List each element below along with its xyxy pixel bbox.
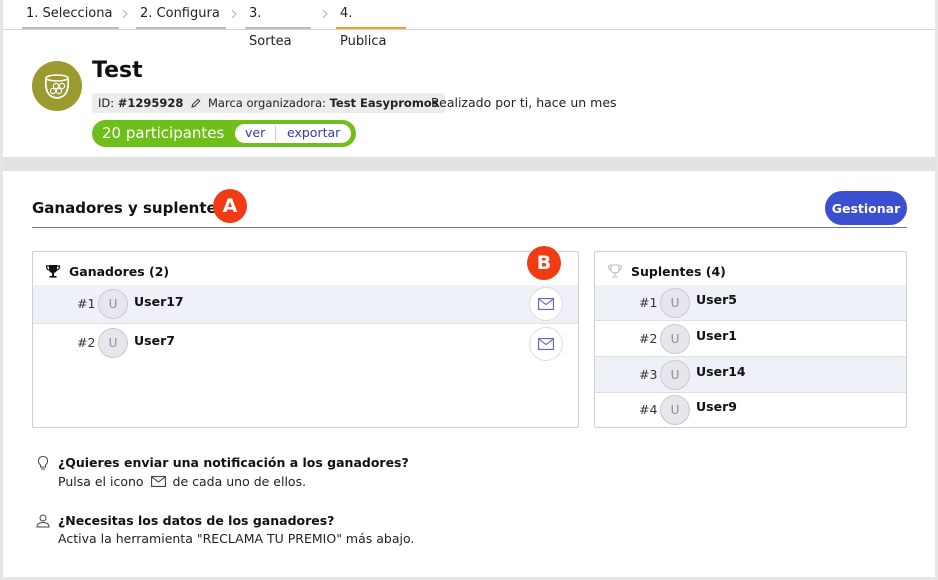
mail-icon	[150, 476, 166, 487]
user-avatar: U	[660, 360, 690, 390]
mail-icon	[538, 338, 554, 350]
substitute-name: User14	[696, 364, 746, 379]
mail-icon	[538, 298, 554, 310]
user-avatar: U	[660, 395, 690, 425]
chevron-right-icon	[322, 9, 328, 19]
chevron-right-icon	[231, 9, 237, 19]
winner-rank: #2	[77, 335, 96, 350]
substitute-row: #3 U User14	[595, 357, 906, 393]
section-title: Ganadores y suplentes	[32, 199, 226, 217]
draw-id-value: #1295928	[117, 96, 184, 110]
participants-pill: 20 participantes ver exportar	[92, 120, 356, 147]
notify-hint-after: de cada uno de ellos.	[172, 474, 307, 489]
data-hint-question: ¿Necesitas los datos de los ganadores?	[58, 513, 335, 528]
draw-id-label: ID:	[98, 96, 115, 110]
draw-header: Test ID: #1295928 Marca organizadora: Te…	[3, 30, 935, 157]
notify-hint-question: ¿Quieres enviar una notificación a los g…	[58, 455, 409, 470]
draw-results-panel: 1. Selecciona 2. Configura 3. Sortea 4. …	[3, 0, 935, 577]
view-participants-link[interactable]: ver	[245, 125, 265, 140]
winner-name: User7	[134, 333, 175, 348]
substitutes-title: Suplentes (4)	[631, 264, 726, 279]
winner-rank: #1	[77, 296, 96, 311]
draw-avatar	[32, 61, 82, 111]
step-select[interactable]: 1. Selecciona	[22, 0, 119, 29]
step-draw[interactable]: 3. Sortea	[245, 0, 311, 49]
winner-row: #1 U User17	[33, 285, 578, 324]
brand-value: Test Easypromos	[329, 96, 439, 110]
substitute-row: #1 U User5	[595, 285, 906, 321]
manage-button[interactable]: Gestionar	[825, 191, 907, 225]
stepper: 1. Selecciona 2. Configura 3. Sortea 4. …	[3, 0, 935, 49]
user-avatar: U	[660, 324, 690, 354]
substitute-rank: #3	[639, 367, 658, 382]
notify-hint-answer: Pulsa el icono de cada uno de ellos.	[58, 474, 306, 489]
brand-label: Marca organizadora:	[208, 96, 326, 110]
lottery-bowl-icon	[44, 74, 70, 99]
chevron-right-icon	[122, 9, 128, 19]
winner-name: User17	[134, 294, 184, 309]
substitute-name: User9	[696, 399, 737, 414]
pencil-icon	[191, 98, 201, 108]
winners-title: Ganadores (2)	[69, 264, 170, 279]
annotation-badge-a: A	[213, 189, 247, 223]
step-publish[interactable]: 4. Publica	[336, 0, 406, 49]
substitute-rank: #2	[639, 331, 658, 346]
annotation-badge-b: B	[527, 246, 561, 280]
draw-title: Test	[92, 58, 143, 83]
user-avatar: U	[98, 328, 128, 358]
notify-hint-before: Pulsa el icono	[58, 474, 144, 489]
participants-count: 20 participantes	[102, 124, 225, 142]
lightbulb-icon	[37, 455, 49, 470]
user-icon	[36, 514, 50, 528]
substitute-row: #2 U User1	[595, 321, 906, 357]
winners-panel: Ganadores (2) #1 U User17 #2 U User7	[32, 251, 579, 428]
pill-divider	[275, 126, 276, 141]
step-configure[interactable]: 2. Configura	[136, 0, 226, 29]
draw-id-tag: ID: #1295928	[92, 93, 190, 113]
winner-row: #2 U User7	[33, 324, 578, 363]
brand-tag: Marca organizadora: Test Easypromos	[184, 93, 445, 113]
substitute-name: User1	[696, 328, 737, 343]
section-rule	[32, 227, 907, 228]
substitutes-panel: Suplentes (4) #1 U User5 #2 U User1 #3 U…	[594, 251, 907, 428]
section-divider	[3, 157, 935, 171]
substitute-rank: #1	[639, 295, 658, 310]
data-hint-answer: Activa la herramienta "RECLAMA TU PREMIO…	[58, 531, 415, 546]
made-by-text: Realizado por ti, hace un mes	[431, 95, 617, 110]
notify-winner-button[interactable]	[529, 287, 563, 321]
substitute-rank: #4	[639, 402, 658, 417]
participants-actions: ver exportar	[235, 124, 351, 143]
export-participants-link[interactable]: exportar	[287, 125, 340, 140]
user-avatar: U	[660, 288, 690, 318]
user-avatar: U	[98, 289, 128, 319]
trophy-icon	[45, 265, 61, 278]
substitute-name: User5	[696, 292, 737, 307]
substitute-row: #4 U User9	[595, 393, 906, 427]
notify-winner-button[interactable]	[529, 327, 563, 361]
trophy-outline-icon	[607, 264, 623, 278]
